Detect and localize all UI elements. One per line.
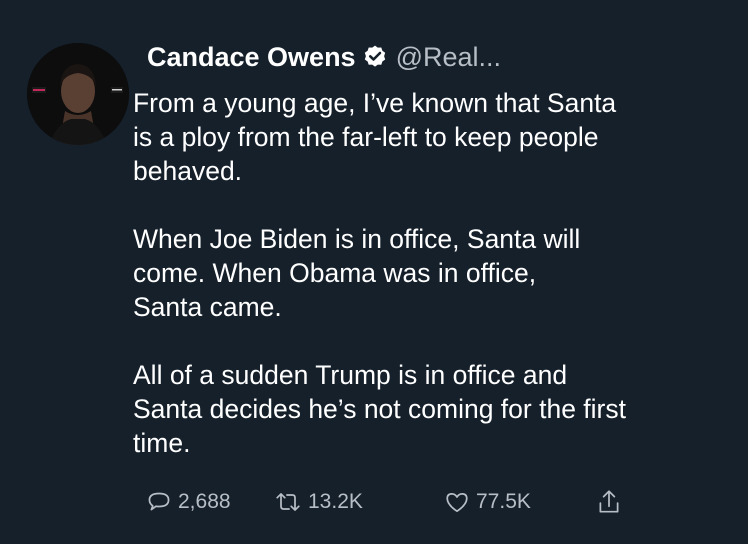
- profile-photo-icon: [27, 43, 129, 145]
- retweet-count: 13.2K: [308, 490, 363, 513]
- author-avatar[interactable]: [27, 43, 129, 145]
- retweet-button[interactable]: 13.2K: [274, 487, 363, 517]
- like-button[interactable]: 77.5K: [444, 487, 531, 517]
- tweet-card: Candace Owens @Real... From a young age,…: [0, 0, 748, 544]
- tweet-actions: 2,688 13.2K 77.5K: [146, 487, 646, 517]
- heart-icon: [446, 493, 468, 513]
- tweet-paragraph: From a young age, I’ve known that Santa …: [133, 88, 617, 186]
- author-name[interactable]: Candace Owens: [147, 42, 356, 73]
- tweet-header: Candace Owens @Real...: [147, 40, 501, 74]
- author-handle[interactable]: @Real...: [396, 42, 501, 73]
- verified-badge-icon: [362, 44, 388, 70]
- reply-icon: [148, 492, 170, 511]
- share-button[interactable]: [596, 487, 622, 517]
- tweet-body: From a young age, I’ve known that Santa …: [133, 86, 723, 460]
- tweet-paragraph: All of a sudden Trump is in office and S…: [133, 360, 626, 458]
- retweet-icon: [276, 493, 300, 511]
- reply-button[interactable]: 2,688: [146, 487, 231, 517]
- tweet-paragraph: When Joe Biden is in office, Santa will …: [133, 224, 581, 322]
- reply-count: 2,688: [178, 490, 231, 513]
- share-icon: [599, 490, 619, 513]
- like-count: 77.5K: [476, 490, 531, 513]
